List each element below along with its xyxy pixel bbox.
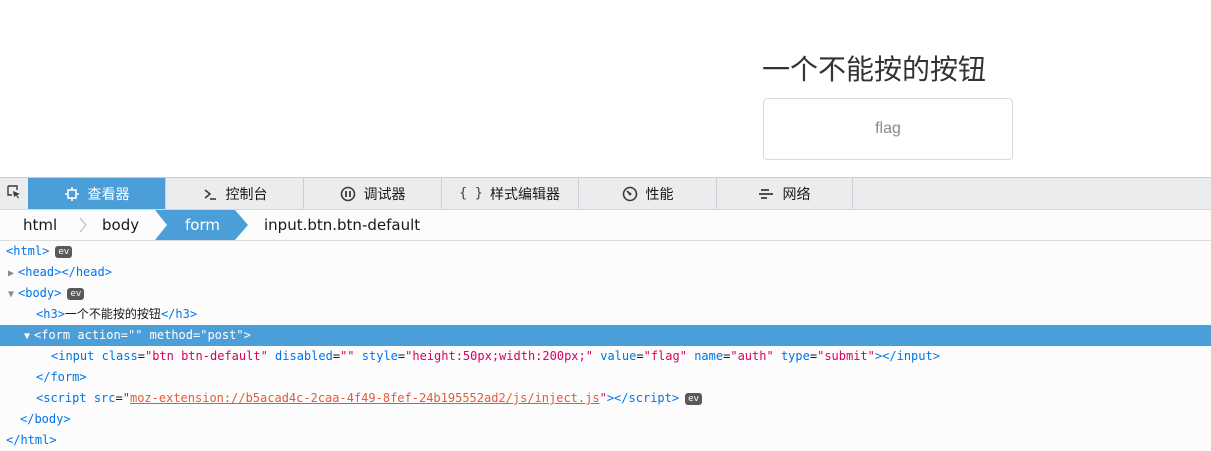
breadcrumb-separator-icon — [78, 210, 88, 240]
tab-label: 样式编辑器 — [490, 186, 560, 203]
tag-name: script — [628, 391, 672, 405]
attr-value: auth — [737, 349, 767, 363]
markup-line-h3[interactable]: <h3>一个不能按的按钮</h3> — [0, 304, 1211, 325]
web-page-content: 一个不能按的按钮 flag — [0, 0, 1211, 177]
attr-name: style — [361, 349, 398, 363]
flag-button[interactable]: flag — [763, 98, 1013, 160]
breadcrumb-item-input[interactable]: input.btn.btn-default — [264, 210, 420, 240]
markup-line-script[interactable]: <script src="moz-extension://b5acad4c-2c… — [0, 388, 1211, 409]
attr-name: value — [600, 349, 637, 363]
attr-name: disabled — [275, 349, 333, 363]
breadcrumb-item-body[interactable]: body — [102, 210, 139, 240]
tag-name: body — [34, 412, 64, 426]
markup-view: <html> ev ▶ <head></head> ▼ <body> ev <h3>一个… — [0, 241, 1211, 451]
attr-name: action — [77, 328, 121, 342]
tab-network[interactable]: 网络 — [717, 178, 853, 209]
tab-label: 网络 — [782, 186, 811, 203]
tab-label: 查看器 — [87, 186, 130, 203]
script-src-link[interactable]: moz-extension://b5acad4c-2caa-4f49-8fef-… — [130, 391, 600, 405]
page-heading: 一个不能按的按钮 — [762, 53, 987, 86]
text-node: 一个不能按的按钮 — [64, 307, 161, 321]
tag-name: form — [50, 370, 80, 384]
tab-debugger[interactable]: 调试器 — [304, 178, 442, 209]
tag-name: h3 — [43, 307, 58, 321]
markup-line-form-selected[interactable]: ▼ <form action="" method="post"> — [0, 325, 1211, 346]
attr-name: type — [780, 349, 810, 363]
tab-performance[interactable]: 性能 — [579, 178, 717, 209]
markup-line-body-close[interactable]: </body> — [0, 409, 1211, 430]
inspector-icon — [64, 186, 80, 202]
network-icon — [758, 186, 775, 202]
markup-line-html[interactable]: <html> ev — [0, 241, 1211, 262]
debugger-icon — [340, 186, 356, 202]
element-picker-icon — [6, 184, 21, 203]
expand-twisty-icon[interactable]: ▶ — [4, 263, 18, 284]
tag-name: body — [25, 286, 55, 300]
markup-line-head[interactable]: ▶ <head></head> — [0, 262, 1211, 283]
braces-icon: { } — [459, 186, 483, 201]
attr-value: submit — [824, 349, 868, 363]
tag-name: input — [58, 349, 95, 363]
tab-label: 调试器 — [363, 186, 406, 203]
console-icon — [202, 186, 218, 202]
attr-name: method — [149, 328, 193, 342]
tab-style-editor[interactable]: { } 样式编辑器 — [442, 178, 579, 209]
attr-name: src — [93, 391, 116, 405]
attr-name: class — [101, 349, 138, 363]
collapse-twisty-icon[interactable]: ▼ — [4, 284, 18, 305]
performance-icon — [622, 186, 638, 202]
tag-name: form — [41, 328, 71, 342]
attr-value: flag — [650, 349, 680, 363]
markup-line-html-close[interactable]: </html> — [0, 430, 1211, 451]
markup-line-form-close[interactable]: </form> — [0, 367, 1211, 388]
tag-name: html — [13, 244, 43, 258]
event-badge[interactable]: ev — [55, 245, 73, 258]
event-badge[interactable]: ev — [67, 287, 85, 300]
attr-name: name — [694, 349, 724, 363]
tag-name: input — [896, 349, 933, 363]
tag-name: head — [75, 265, 105, 279]
devtools-panel: 查看器 控制台 调试器 {} 样式编辑器 性能 网络 html body fo… — [0, 177, 1211, 451]
tab-label: 控制台 — [225, 186, 268, 203]
markup-line-input[interactable]: <input class="btn btn-default" disabled=… — [0, 346, 1211, 367]
tag-name: html — [20, 433, 50, 447]
element-picker-button[interactable] — [0, 178, 27, 209]
tag-name: head — [25, 265, 55, 279]
attr-value: post — [207, 328, 237, 342]
tag-name: script — [43, 391, 87, 405]
attr-value: height:50px;width:200px; — [412, 349, 586, 363]
breadcrumb-item-html[interactable]: html — [23, 210, 57, 240]
breadcrumb-item-form[interactable]: form — [185, 210, 220, 240]
markup-line-body[interactable]: ▼ <body> ev — [0, 283, 1211, 304]
tab-inspector[interactable]: 查看器 — [28, 178, 166, 209]
attr-value: btn btn-default — [152, 349, 261, 363]
tab-label: 性能 — [645, 186, 674, 203]
devtools-toolbar: 查看器 控制台 调试器 {} 样式编辑器 性能 网络 — [0, 178, 1211, 210]
tag-name: h3 — [175, 307, 190, 321]
screen: 一个不能按的按钮 flag 查看器 控制台 调试器 {} 样式编辑器 性能 网… — [0, 0, 1211, 451]
event-badge[interactable]: ev — [685, 392, 702, 405]
breadcrumb: html body form input.btn.btn-default — [0, 210, 1211, 241]
tab-console[interactable]: 控制台 — [166, 178, 304, 209]
collapse-twisty-icon[interactable]: ▼ — [20, 326, 34, 347]
